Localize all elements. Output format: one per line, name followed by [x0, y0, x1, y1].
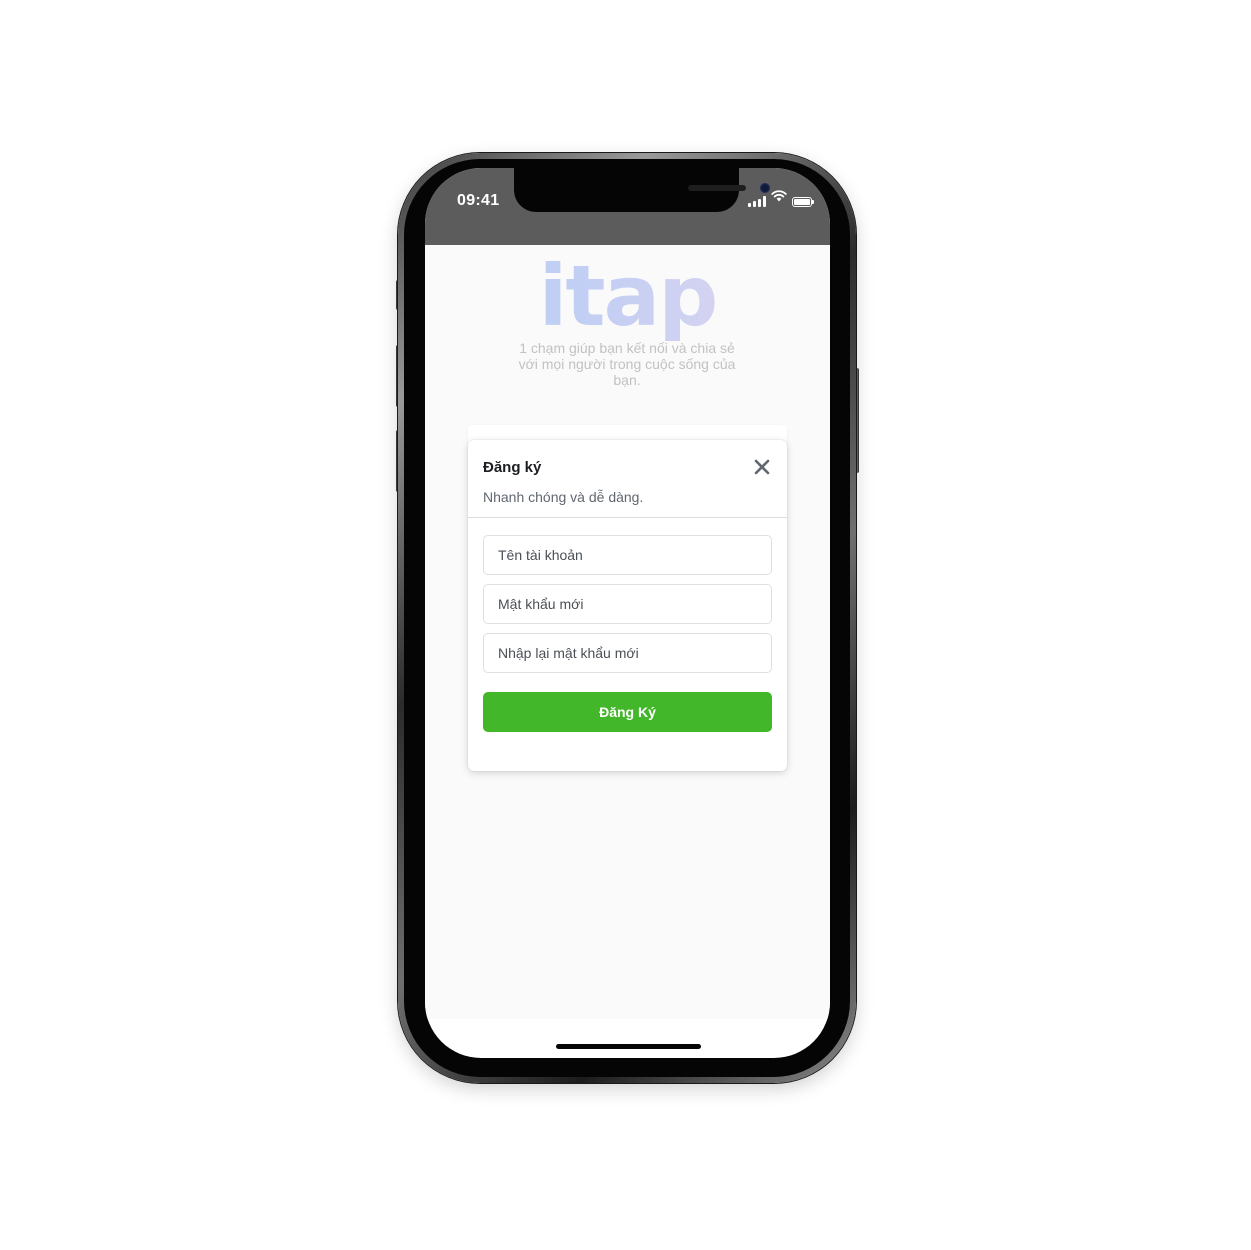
- modal-divider: [468, 517, 787, 518]
- cellular-signal-icon: [748, 196, 766, 207]
- speaker-grille: [688, 185, 746, 191]
- wifi-icon: [771, 189, 787, 207]
- phone-screen: 09:41 itap 1 chạm giúp bạn kết nối và ch…: [425, 168, 830, 1058]
- battery-icon: [792, 197, 814, 207]
- app-logo: itap: [425, 251, 830, 341]
- username-field[interactable]: [483, 535, 772, 575]
- status-icons: [748, 190, 814, 207]
- stage: 09:41 itap 1 chạm giúp bạn kết nối và ch…: [0, 0, 1251, 1250]
- app-tagline: 1 chạm giúp bạn kết nối và chia sẻ với m…: [518, 340, 736, 388]
- status-time: 09:41: [457, 192, 500, 209]
- signup-modal: Đăng ký Nhanh chóng và dễ dàng. Đăng Ký: [468, 440, 787, 771]
- notch: [514, 168, 770, 212]
- status-bar: 09:41: [425, 168, 830, 245]
- close-button[interactable]: [751, 456, 773, 478]
- modal-title: Đăng ký: [483, 459, 542, 476]
- confirm-password-field[interactable]: [483, 633, 772, 673]
- close-icon: [754, 459, 770, 475]
- signup-button[interactable]: Đăng Ký: [483, 692, 772, 732]
- front-camera: [760, 183, 770, 193]
- modal-subtitle: Nhanh chóng và dễ dàng.: [483, 489, 644, 505]
- home-indicator[interactable]: [556, 1044, 701, 1049]
- new-password-field[interactable]: [483, 584, 772, 624]
- app-content: itap 1 chạm giúp bạn kết nối và chia sẻ …: [425, 245, 830, 1019]
